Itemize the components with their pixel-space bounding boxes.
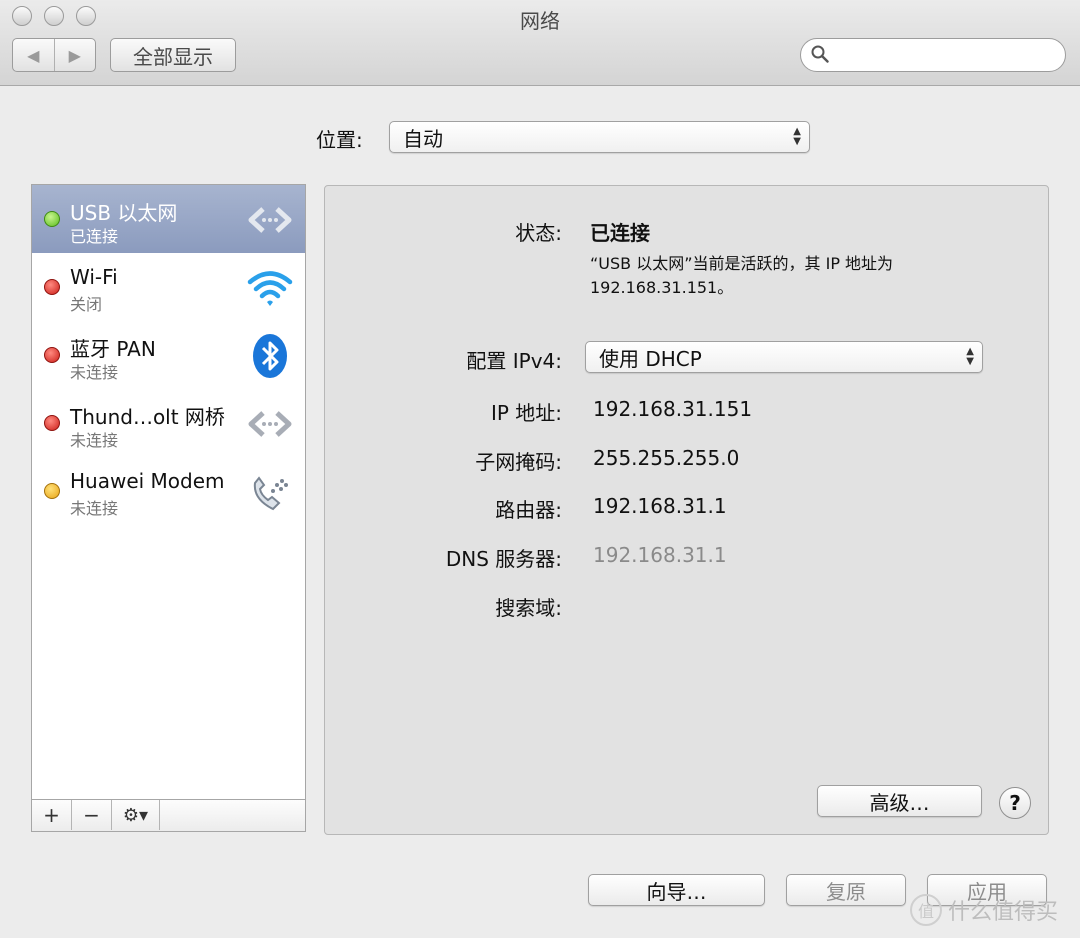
service-item-wifi[interactable]: Wi-Fi 关闭 [32,253,305,321]
service-item-bluetooth-pan[interactable]: 蓝牙 PAN 未连接 [32,321,305,389]
status-value: 已连接 [590,221,650,245]
assist-me-button[interactable]: 向导… [588,874,765,906]
status-dot-off [44,279,60,295]
service-name: USB 以太网 [70,201,178,225]
status-dot-off [44,415,60,431]
subnet-mask-label: 子网掩码: [475,450,562,474]
advanced-button[interactable]: 高级… [817,785,982,817]
service-status: 未连接 [70,499,119,518]
back-forward-control: ◀ ▶ [12,38,96,72]
wifi-icon [247,271,293,306]
search-field[interactable] [800,38,1066,72]
service-name: 蓝牙 PAN [70,337,156,361]
watermark-text: 什么值得买 [948,900,1059,925]
window-titlebar: 网络 ◀ ▶ 全部显示 [0,0,1080,86]
service-status: 未连接 [70,431,119,450]
service-name: Wi-Fi [70,265,118,289]
service-name: Thund…olt 网桥 [70,405,225,429]
search-domain-label: 搜索域: [495,596,562,620]
service-status: 关闭 [70,295,103,314]
configure-ipv4-value: 使用 DHCP [599,346,702,371]
status-dot-off [44,347,60,363]
router-label: 路由器: [495,498,562,522]
popup-arrows-icon: ▲ ▼ [793,126,801,147]
status-label: 状态: [515,221,562,245]
router-value: 192.168.31.1 [593,494,727,518]
service-item-usb-ethernet[interactable]: USB 以太网 已连接 [32,185,305,253]
service-item-thunderbolt-bridge[interactable]: Thund…olt 网桥 未连接 [32,389,305,457]
status-dot-connected [44,211,60,227]
search-icon [811,45,829,63]
status-dot-idle [44,483,60,499]
dns-server-value: 192.168.31.1 [593,543,727,567]
service-status: 已连接 [70,227,119,246]
bluetooth-icon [253,334,287,378]
modem-phone-icon [253,476,288,511]
popup-arrows-icon: ▲ ▼ [966,346,974,367]
service-name: Huawei Modem [70,469,225,493]
watermark-logo: 值 [910,894,942,926]
search-input[interactable] [837,43,1057,67]
ip-address-value: 192.168.31.151 [593,397,753,421]
forward-button[interactable]: ▶ [55,39,96,71]
network-service-list: USB 以太网 已连接 Wi-Fi 关闭 蓝牙 PAN 未连接 Thund…ol… [31,184,306,800]
remove-service-button[interactable]: − [72,800,112,830]
location-select[interactable]: 自动 ▲ ▼ [389,121,810,153]
dns-server-label: DNS 服务器: [445,547,562,571]
revert-button[interactable]: 复原 [786,874,906,906]
add-service-button[interactable]: + [32,800,72,830]
service-list-toolbar: + − ⚙▾ [31,800,306,832]
configure-ipv4-select[interactable]: 使用 DHCP ▲ ▼ [585,341,983,373]
ethernet-icon [248,207,292,233]
ip-address-label: IP 地址: [490,401,562,425]
status-description: “USB 以太网”当前是活跃的，其 IP 地址为 192.168.31.151。 [590,252,893,300]
show-all-button[interactable]: 全部显示 [110,38,236,72]
watermark: 值 什么值得买 [910,894,1058,926]
configure-ipv4-label: 配置 IPv4: [466,349,562,373]
back-button[interactable]: ◀ [13,39,55,71]
service-status: 未连接 [70,363,119,382]
window-title: 网络 [520,9,560,33]
subnet-mask-value: 255.255.255.0 [593,446,740,470]
status-description-line-1: “USB 以太网”当前是活跃的，其 IP 地址为 [590,254,894,273]
location-value: 自动 [403,126,443,151]
service-item-huawei-modem[interactable]: Huawei Modem 未连接 [32,457,305,525]
gear-action-menu-button[interactable]: ⚙▾ [112,800,160,830]
location-label: 位置: [316,128,363,152]
thunderbolt-bridge-icon [248,411,292,437]
help-button[interactable]: ? [999,787,1031,819]
status-description-line-2: 192.168.31.151。 [590,278,734,297]
